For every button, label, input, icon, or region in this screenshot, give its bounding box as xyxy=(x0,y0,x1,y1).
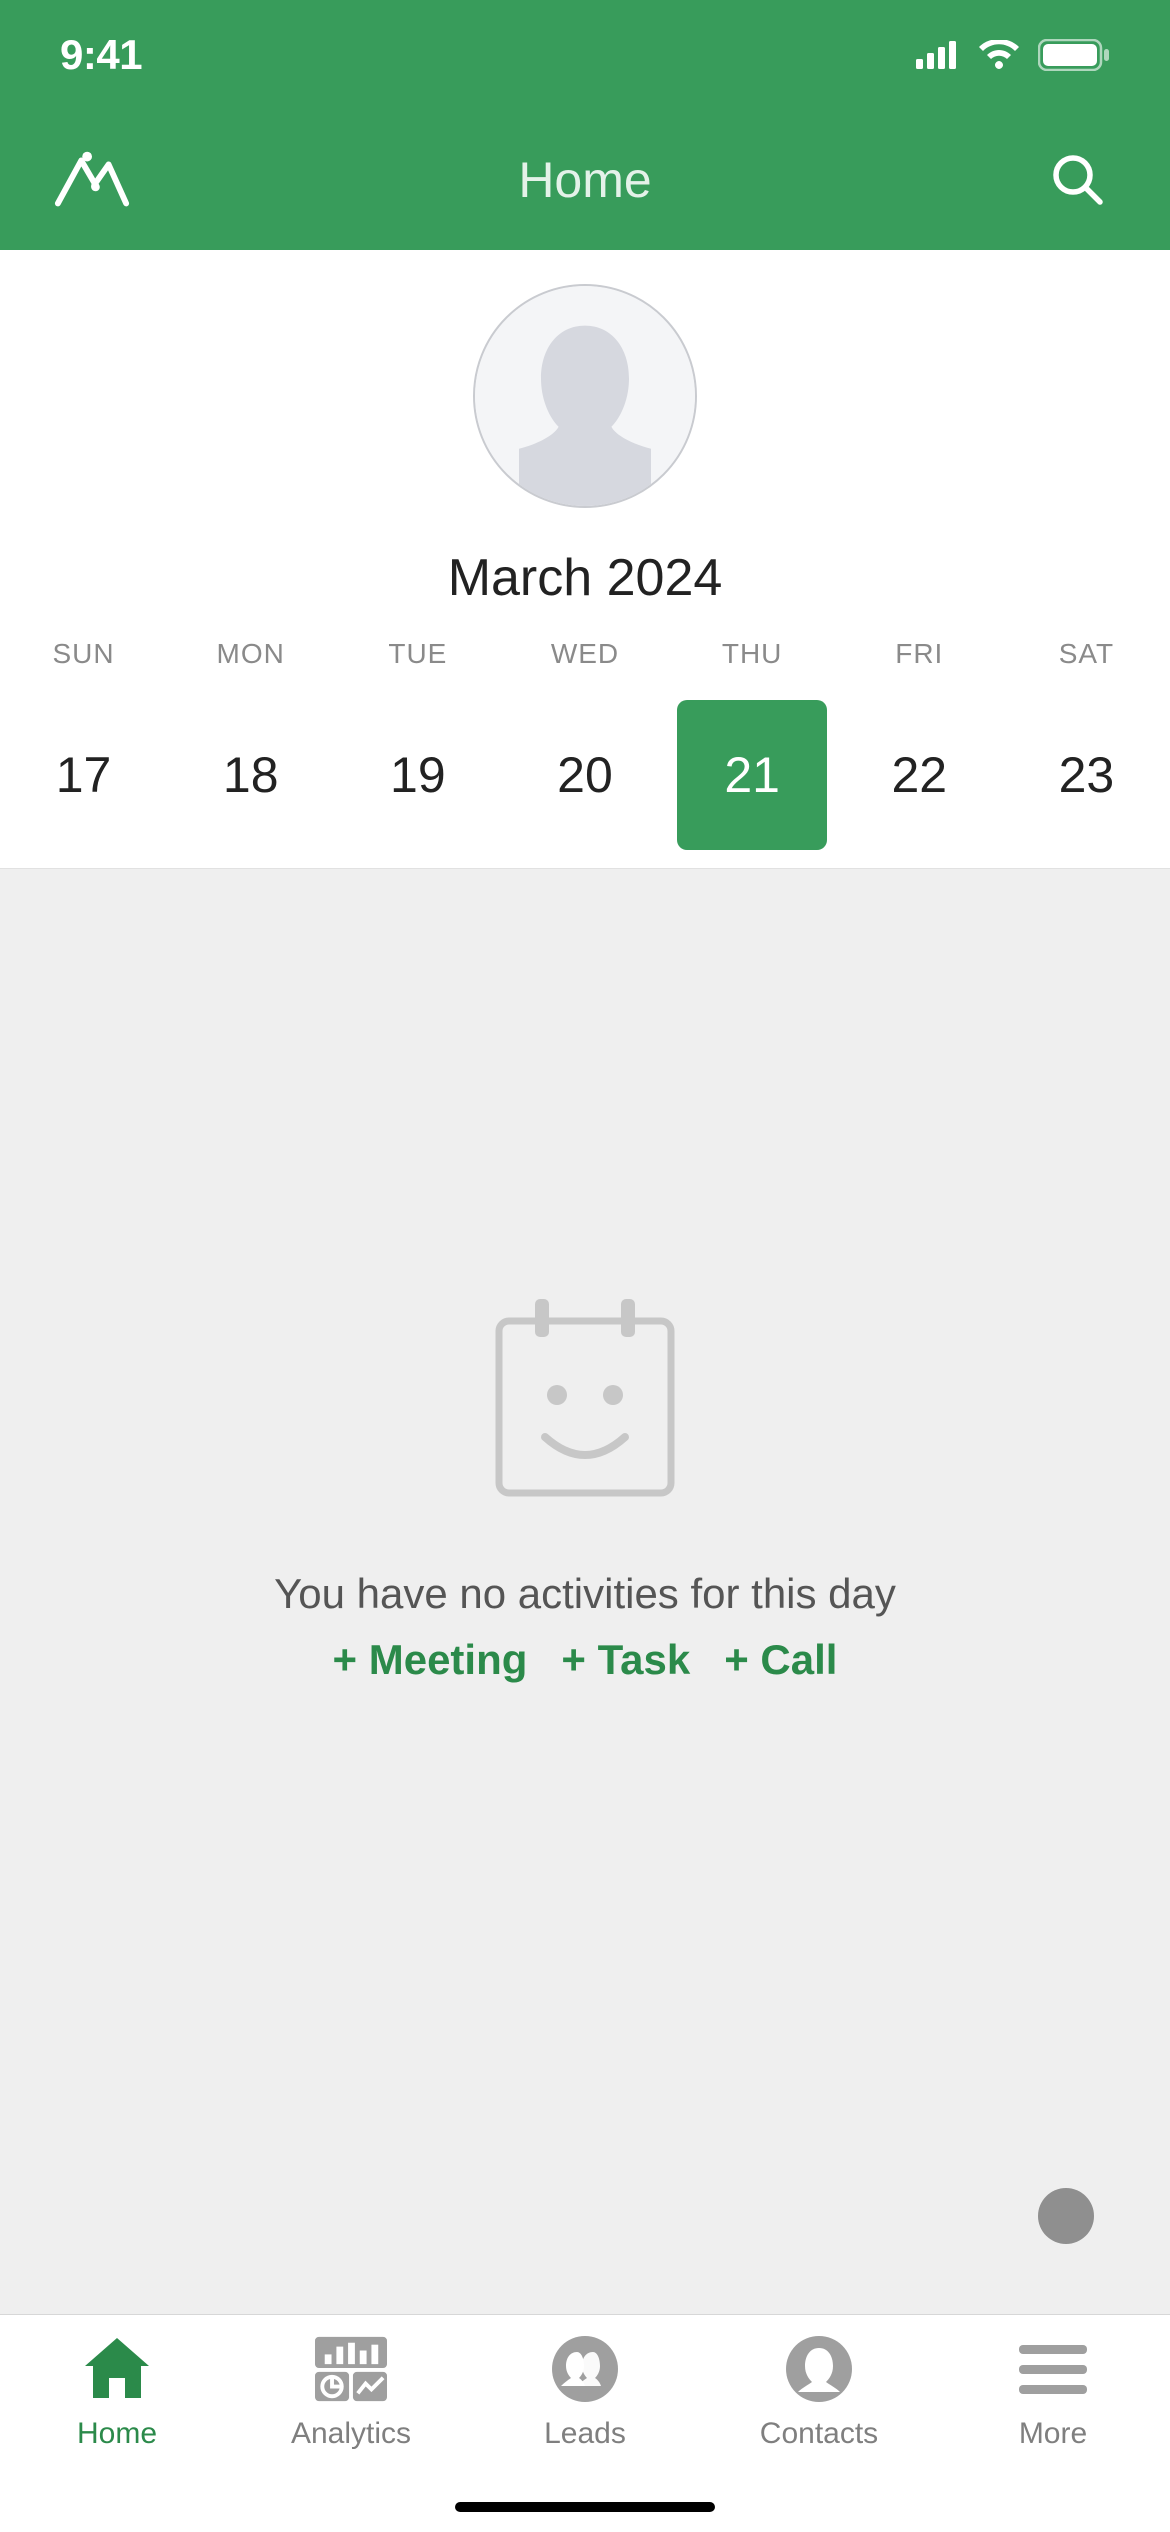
calendar-section: March 2024 SUN 17 MON 18 TUE 19 WED 20 T… xyxy=(0,250,1170,868)
activities-empty-state: You have no activities for this day + Me… xyxy=(0,868,1170,2314)
day-number-selected[interactable]: 21 xyxy=(677,700,827,850)
status-icons xyxy=(916,39,1110,71)
add-call-button[interactable]: + Call xyxy=(724,1636,837,1684)
empty-actions: + Meeting + Task + Call xyxy=(333,1636,838,1684)
avatar-placeholder-icon xyxy=(475,286,695,506)
day-col-wed[interactable]: WED 20 xyxy=(501,638,668,850)
status-bar: 9:41 xyxy=(0,0,1170,110)
tab-home[interactable]: Home xyxy=(0,2333,234,2532)
day-name: WED xyxy=(501,638,668,670)
tab-label: Leads xyxy=(544,2417,626,2451)
header: 9:41 Home xyxy=(0,0,1170,250)
day-name: THU xyxy=(669,638,836,670)
app-logo-icon[interactable] xyxy=(52,150,132,210)
cellular-icon xyxy=(916,41,960,69)
contacts-icon xyxy=(783,2333,855,2405)
battery-icon xyxy=(1038,39,1110,71)
day-number[interactable]: 19 xyxy=(343,700,493,850)
leads-icon xyxy=(549,2333,621,2405)
day-col-mon[interactable]: MON 18 xyxy=(167,638,334,850)
menu-icon xyxy=(1017,2333,1089,2405)
status-time: 9:41 xyxy=(60,31,142,79)
home-indicator[interactable] xyxy=(455,2502,715,2512)
avatar[interactable] xyxy=(473,284,697,508)
tab-label: Analytics xyxy=(291,2417,411,2451)
tab-label: Home xyxy=(77,2417,157,2451)
add-task-button[interactable]: + Task xyxy=(561,1636,690,1684)
week-row: SUN 17 MON 18 TUE 19 WED 20 THU 21 FRI 2… xyxy=(0,638,1170,850)
tab-analytics[interactable]: Analytics xyxy=(234,2333,468,2532)
day-col-fri[interactable]: FRI 22 xyxy=(836,638,1003,850)
day-name: SUN xyxy=(0,638,167,670)
day-number[interactable]: 23 xyxy=(1011,700,1161,850)
day-col-sat[interactable]: SAT 23 xyxy=(1003,638,1170,850)
day-name: FRI xyxy=(836,638,1003,670)
month-label[interactable]: March 2024 xyxy=(0,548,1170,608)
tab-contacts[interactable]: Contacts xyxy=(702,2333,936,2532)
page-title: Home xyxy=(132,151,1038,209)
day-col-tue[interactable]: TUE 19 xyxy=(334,638,501,850)
add-meeting-button[interactable]: + Meeting xyxy=(333,1636,528,1684)
day-col-thu[interactable]: THU 21 xyxy=(669,638,836,850)
floating-indicator[interactable] xyxy=(1038,2188,1094,2244)
day-number[interactable]: 20 xyxy=(510,700,660,850)
tab-label: More xyxy=(1019,2417,1087,2451)
search-button[interactable] xyxy=(1038,152,1118,208)
tab-more[interactable]: More xyxy=(936,2333,1170,2532)
day-number[interactable]: 17 xyxy=(9,700,159,850)
analytics-icon xyxy=(315,2333,387,2405)
day-name: MON xyxy=(167,638,334,670)
day-number[interactable]: 18 xyxy=(176,700,326,850)
day-name: TUE xyxy=(334,638,501,670)
home-icon xyxy=(81,2333,153,2405)
tab-label: Contacts xyxy=(760,2417,878,2451)
nav-bar: Home xyxy=(0,110,1170,250)
day-number[interactable]: 22 xyxy=(844,700,994,850)
tab-bar: Home Analytics xyxy=(0,2314,1170,2532)
search-icon xyxy=(1050,152,1106,208)
empty-message: You have no activities for this day xyxy=(274,1570,896,1618)
day-col-sun[interactable]: SUN 17 xyxy=(0,638,167,850)
day-name: SAT xyxy=(1003,638,1170,670)
calendar-smile-icon xyxy=(465,1279,705,1524)
wifi-icon xyxy=(978,40,1020,70)
